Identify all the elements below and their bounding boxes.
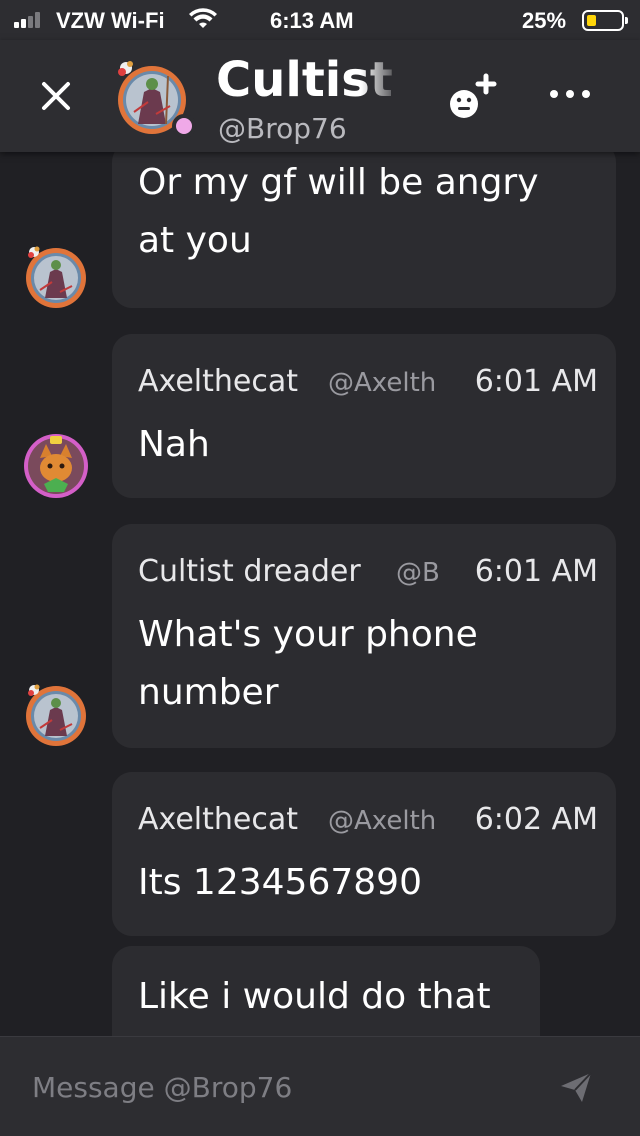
cultist-avatar[interactable]	[22, 242, 90, 310]
close-icon[interactable]	[38, 78, 74, 114]
message-author[interactable]: Axelthecat	[138, 802, 298, 837]
message-bubble[interactable]: Like i would do that	[112, 946, 540, 1036]
status-bar: VZW Wi-Fi 6:13 AM 25%	[0, 0, 640, 40]
message-handle: @Axelth	[328, 368, 437, 398]
message-meta: Axelthecat @Axelth 6:01 AM	[138, 364, 598, 402]
battery-icon	[582, 10, 628, 31]
status-time: 6:13 AM	[270, 8, 354, 33]
message-input[interactable]	[32, 1065, 512, 1109]
message-author[interactable]: Axelthecat	[138, 364, 298, 399]
wifi-icon	[189, 8, 217, 28]
message-bubble[interactable]: Cultist dreader @B 6:01 AM What's your p…	[112, 524, 616, 748]
message-handle: @B	[396, 558, 440, 588]
message-text: Nah	[138, 424, 210, 465]
battery-percent: 25%	[522, 8, 567, 33]
more-icon[interactable]	[546, 82, 594, 106]
message-time: 6:01 AM	[474, 364, 598, 399]
signal-icon	[14, 12, 48, 28]
add-friend-icon[interactable]	[444, 70, 498, 124]
carrier-label: VZW Wi-Fi	[56, 8, 165, 33]
message-bubble[interactable]: Or my gf will be angry at you	[112, 152, 616, 308]
message-composer	[0, 1036, 640, 1136]
message-time: 6:01 AM	[474, 554, 598, 589]
message-text: What's your phone number	[138, 614, 478, 713]
cultist-avatar[interactable]	[22, 680, 90, 748]
header-handle: @Brop76	[218, 112, 347, 145]
message-list[interactable]: Or my gf will be angry at you Axelthecat…	[0, 152, 640, 1036]
message-time: 6:02 AM	[474, 802, 598, 837]
message-text: Like i would do that	[138, 976, 491, 1017]
message-meta: Cultist dreader @B 6:01 AM	[138, 554, 598, 592]
message-meta: Axelthecat @Axelth 6:02 AM	[138, 802, 598, 840]
message-text: Its 1234567890	[138, 862, 422, 903]
send-icon[interactable]	[558, 1069, 594, 1105]
message-bubble[interactable]: Axelthecat @Axelth 6:01 AM Nah	[112, 334, 616, 498]
page-title: Cultist dreader	[216, 52, 402, 108]
message-handle: @Axelth	[328, 806, 437, 836]
message-author[interactable]: Cultist dreader	[138, 554, 361, 589]
message-text: Or my gf will be angry at you	[138, 162, 539, 261]
chat-header: Cultist dreader @Brop76	[0, 40, 640, 152]
presence-status-dot	[172, 114, 196, 138]
cat-avatar[interactable]	[22, 432, 90, 500]
message-bubble[interactable]: Axelthecat @Axelth 6:02 AM Its 123456789…	[112, 772, 616, 936]
